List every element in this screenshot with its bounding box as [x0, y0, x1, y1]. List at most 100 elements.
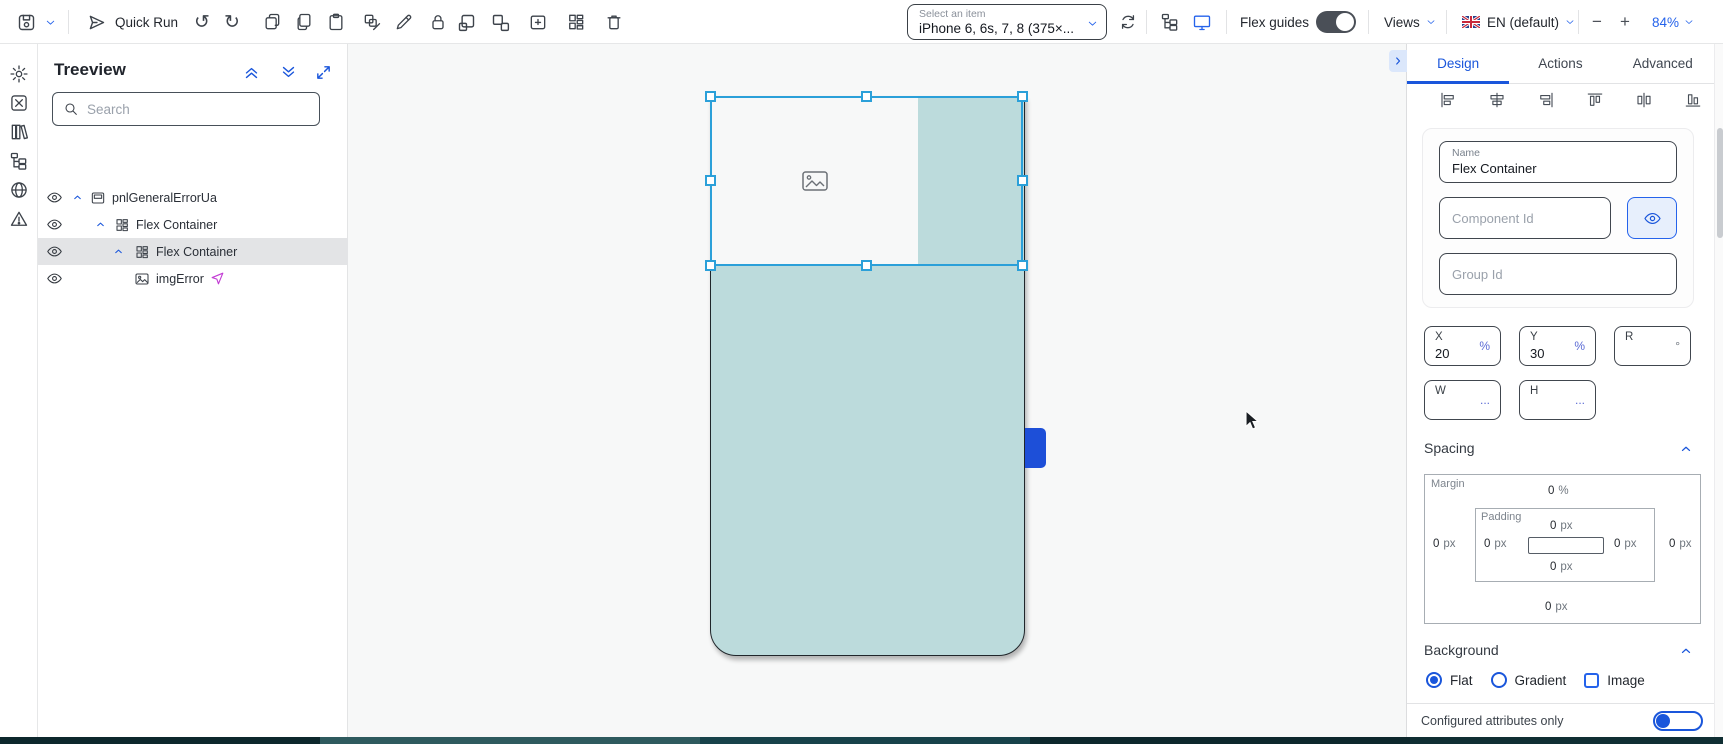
- expand-panel-icon[interactable]: [315, 64, 332, 81]
- warnings-icon[interactable]: [9, 209, 29, 229]
- tab-design[interactable]: Design: [1407, 44, 1509, 83]
- lock-button[interactable]: [428, 0, 448, 44]
- group-button[interactable]: [456, 0, 477, 44]
- locale-dropdown[interactable]: EN (default): [1462, 0, 1576, 44]
- visibility-eye-icon[interactable]: [46, 189, 63, 206]
- search-input[interactable]: [87, 102, 297, 117]
- margin-right-value[interactable]: 0px: [1669, 538, 1692, 550]
- paste-button[interactable]: [326, 0, 346, 44]
- resize-handle-ne[interactable]: [1017, 91, 1028, 102]
- style-pen-icon[interactable]: [394, 0, 414, 44]
- y-position-field[interactable]: Y 30 %: [1519, 326, 1596, 366]
- zoom-out-button[interactable]: −: [1592, 0, 1602, 44]
- settings-gear-icon[interactable]: [9, 64, 29, 84]
- globe-icon[interactable]: [9, 180, 29, 200]
- padding-bottom-value[interactable]: 0px: [1550, 561, 1573, 573]
- inspector-scrollbar[interactable]: [1714, 44, 1723, 737]
- margin-bottom-value[interactable]: 0px: [1545, 601, 1568, 613]
- quick-run-button[interactable]: Quick Run: [86, 0, 178, 44]
- configured-attributes-toggle[interactable]: [1653, 711, 1703, 731]
- ungroup-button[interactable]: [490, 0, 511, 44]
- quick-run-label: Quick Run: [115, 15, 178, 30]
- delete-button[interactable]: [604, 0, 624, 44]
- visibility-eye-icon[interactable]: [46, 216, 63, 233]
- align-left-icon[interactable]: [1439, 91, 1457, 109]
- align-right-icon[interactable]: [1537, 91, 1555, 109]
- padding-center-input[interactable]: [1528, 537, 1604, 554]
- padding-top-value[interactable]: 0px: [1550, 520, 1573, 532]
- resize-handle-w[interactable]: [705, 175, 716, 186]
- resize-handle-n[interactable]: [861, 91, 872, 102]
- flat-radio[interactable]: [1426, 672, 1442, 688]
- panel-collapse-button[interactable]: [1389, 50, 1407, 72]
- save-menu-chevron-icon[interactable]: [44, 0, 57, 44]
- component-visibility-button[interactable]: [1627, 197, 1677, 239]
- tree-item-flex-container-selected[interactable]: Flex Container: [38, 238, 348, 265]
- resize-handle-e[interactable]: [1017, 175, 1028, 186]
- preview-monitor-button[interactable]: [1192, 0, 1212, 44]
- margin-top-value[interactable]: 0%: [1548, 485, 1569, 497]
- width-field[interactable]: W ...: [1424, 380, 1501, 420]
- refresh-button[interactable]: [1118, 0, 1138, 44]
- treeview-title: Treeview: [54, 60, 126, 80]
- hierarchy-tree-icon[interactable]: [9, 151, 29, 171]
- tree-item-imgerror[interactable]: imgError: [38, 265, 348, 292]
- resize-handle-s[interactable]: [861, 260, 872, 271]
- zoom-level-dropdown[interactable]: 84%: [1652, 0, 1695, 44]
- tab-advanced[interactable]: Advanced: [1612, 44, 1714, 83]
- collapse-chevron-icon[interactable]: [95, 219, 106, 230]
- image-checkbox[interactable]: [1584, 673, 1599, 688]
- copy-button[interactable]: [262, 0, 282, 44]
- name-field[interactable]: Name Flex Container: [1439, 141, 1677, 183]
- x-position-field[interactable]: X 20 %: [1424, 326, 1501, 366]
- padding-right-value[interactable]: 0px: [1614, 538, 1637, 550]
- redo-button[interactable]: ↻: [224, 0, 240, 44]
- flex-guides-toggle[interactable]: [1316, 0, 1356, 44]
- expand-all-icon[interactable]: [280, 64, 297, 81]
- panel-drag-handle[interactable]: [1025, 428, 1046, 468]
- gradient-radio[interactable]: [1491, 672, 1507, 688]
- zoom-in-button[interactable]: +: [1620, 0, 1630, 44]
- align-center-icon[interactable]: [1488, 91, 1506, 109]
- visibility-eye-icon[interactable]: [46, 270, 63, 287]
- quick-run-icon: [86, 12, 107, 33]
- gradient-label: Gradient: [1515, 673, 1567, 688]
- device-select-dropdown[interactable]: Select an item iPhone 6, 6s, 7, 8 (375×.…: [907, 4, 1107, 40]
- save-icon[interactable]: [16, 0, 37, 44]
- rotation-field[interactable]: R °: [1614, 326, 1691, 366]
- duplicate-button[interactable]: [294, 0, 314, 44]
- components-button[interactable]: [566, 0, 586, 44]
- align-top-icon[interactable]: [1586, 91, 1604, 109]
- align-middle-icon[interactable]: [1635, 91, 1653, 109]
- add-frame-button[interactable]: [528, 0, 548, 44]
- visibility-eye-icon[interactable]: [46, 243, 63, 260]
- tab-actions[interactable]: Actions: [1509, 44, 1611, 83]
- collapse-chevron-icon[interactable]: [113, 246, 124, 257]
- design-canvas[interactable]: [348, 44, 1406, 737]
- tree-item-pnlgeneralerrorua[interactable]: pnlGeneralErrorUa: [38, 184, 348, 211]
- components-box-icon[interactable]: [9, 93, 29, 113]
- background-collapse-chevron-icon[interactable]: [1679, 644, 1693, 658]
- views-dropdown[interactable]: Views: [1384, 0, 1437, 44]
- undo-button[interactable]: ↺: [194, 0, 210, 44]
- toolbar-separator: [68, 10, 69, 34]
- collapse-chevron-icon[interactable]: [72, 192, 83, 203]
- scrollbar-thumb[interactable]: [1717, 128, 1723, 238]
- spacing-collapse-chevron-icon[interactable]: [1679, 442, 1693, 456]
- format-painter-icon[interactable]: [362, 0, 382, 44]
- toolbar-separator: [1446, 10, 1447, 34]
- component-id-field[interactable]: Component Id: [1439, 197, 1611, 239]
- resize-handle-nw[interactable]: [705, 91, 716, 102]
- resize-handle-sw[interactable]: [705, 260, 716, 271]
- resize-handle-se[interactable]: [1017, 260, 1028, 271]
- tree-item-flex-container-outer[interactable]: Flex Container: [38, 211, 348, 238]
- margin-left-value[interactable]: 0px: [1433, 538, 1456, 550]
- align-bottom-icon[interactable]: [1684, 91, 1702, 109]
- height-field[interactable]: H ...: [1519, 380, 1596, 420]
- layout-tree-button[interactable]: [1160, 0, 1180, 44]
- library-books-icon[interactable]: [9, 122, 29, 142]
- collapse-all-icon[interactable]: [243, 64, 260, 81]
- padding-left-value[interactable]: 0px: [1484, 538, 1507, 550]
- group-id-field[interactable]: Group Id: [1439, 253, 1677, 295]
- tree-item-label: Flex Container: [136, 218, 217, 232]
